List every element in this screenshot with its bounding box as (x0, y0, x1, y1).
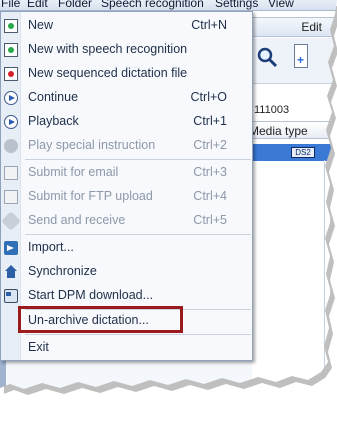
background-edit-label[interactable]: Edit (301, 20, 322, 34)
menu-item-new-with-speech-recognition[interactable]: New with speech recognition (1, 38, 253, 62)
menu-item-label: New with speech recognition (28, 42, 188, 56)
menu-item-shortcut: Ctrl+O (190, 90, 227, 104)
menu-item-label: Send and receive (28, 213, 126, 227)
menu-item-play-special-instruction: Play special instruction Ctrl+2 (1, 134, 253, 158)
menu-item-send-receive: Send and receive Ctrl+5 (1, 209, 253, 233)
menu-item-synchronize[interactable]: Synchronize (1, 260, 253, 284)
continue-icon (4, 91, 18, 105)
menu-settings[interactable]: Settings (215, 0, 258, 10)
menu-item-playback[interactable]: Playback Ctrl+1 (1, 110, 253, 134)
synchronize-icon (4, 265, 18, 279)
record-red-icon (4, 67, 18, 81)
highlight-box (18, 306, 183, 333)
menu-item-label: Exit (28, 340, 49, 354)
menu-item-label: Continue (28, 90, 79, 104)
menu-item-shortcut: Ctrl+1 (193, 114, 227, 128)
menu-item-import[interactable]: Import... (1, 236, 253, 260)
menu-folder[interactable]: Folder (58, 0, 92, 10)
background-window-title: Edit (252, 17, 337, 37)
menu-item-submit-email: Submit for email Ctrl+3 (1, 161, 253, 185)
menu-item-label: Submit for FTP upload (28, 189, 153, 203)
new-document-icon[interactable] (294, 44, 308, 68)
menu-item-new-sequenced-dictation[interactable]: New sequenced dictation file (1, 62, 253, 86)
dpm-device-icon (4, 289, 18, 303)
menu-item-label: Start DPM download... (28, 288, 154, 302)
window-edge (0, 360, 6, 389)
menu-item-shortcut: Ctrl+5 (193, 213, 227, 227)
menu-item-label: Import... (28, 240, 74, 254)
screenshot-paper: File Edit Folder Speech recognition Sett… (0, 0, 337, 389)
menu-file[interactable]: File (1, 0, 20, 10)
menu-item-continue[interactable]: Continue Ctrl+O (1, 86, 253, 110)
menu-bar: File Edit Folder Speech recognition Sett… (0, 0, 337, 11)
menu-separator (25, 159, 251, 160)
menu-separator (25, 334, 251, 335)
menu-item-shortcut: Ctrl+N (191, 18, 227, 32)
menu-item-label: New (28, 18, 54, 32)
send-receive-icon (1, 211, 21, 231)
menu-item-label: New sequenced dictation file (28, 66, 188, 80)
menu-edit[interactable]: Edit (27, 0, 48, 10)
record-green-icon (4, 19, 18, 33)
menu-item-label: Play special instruction (28, 138, 156, 152)
search-icon[interactable] (256, 46, 278, 68)
menu-item-shortcut: Ctrl+4 (193, 189, 227, 203)
menu-item-exit[interactable]: Exit (1, 336, 253, 360)
email-icon (4, 166, 18, 180)
menu-item-shortcut: Ctrl+2 (193, 138, 227, 152)
menu-item-start-dpm-download[interactable]: Start DPM download... (1, 284, 253, 308)
menu-item-shortcut: Ctrl+3 (193, 165, 227, 179)
record-green-icon (4, 43, 18, 57)
speech-bubble-icon (4, 139, 18, 153)
column-header-media-type[interactable]: Media type (249, 121, 337, 139)
menu-item-label: Synchronize (28, 264, 97, 278)
import-icon (4, 241, 18, 255)
menu-speech-recognition[interactable]: Speech recognition (101, 0, 204, 10)
play-icon (4, 115, 18, 129)
menu-item-new[interactable]: New Ctrl+N (1, 14, 253, 38)
menu-view[interactable]: View (268, 0, 294, 10)
menu-item-label: Playback (28, 114, 79, 128)
menu-item-submit-ftp: Submit for FTP upload Ctrl+4 (1, 185, 253, 209)
background-number: 111003 (254, 104, 290, 116)
ftp-icon (4, 190, 18, 204)
menu-item-label: Submit for email (28, 165, 119, 179)
media-type-badge: DS2 (291, 147, 315, 158)
menu-separator (25, 234, 251, 235)
